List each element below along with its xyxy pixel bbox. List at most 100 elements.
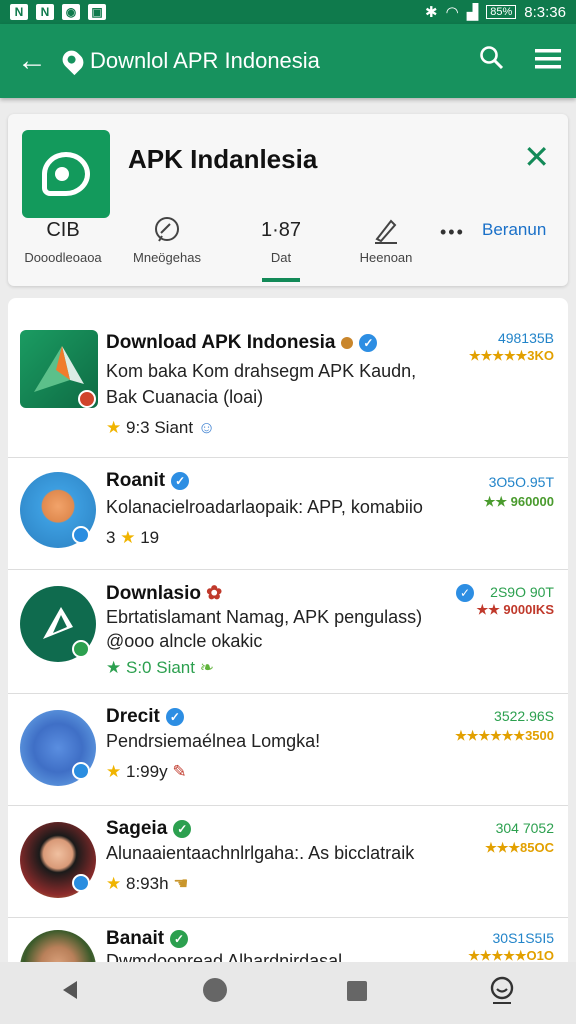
item-subrating: ★★★★★O1O bbox=[468, 948, 554, 962]
item-rating: 3 ★ 19 bbox=[106, 528, 159, 548]
rating-text: S:0 Siant bbox=[125, 658, 195, 677]
stat-share[interactable]: Heenoan bbox=[338, 214, 434, 265]
recents-square-icon[interactable] bbox=[346, 978, 368, 1009]
app-header-card: APK Indanlesia ✕ CIB Dooodleoaoa Mneögeh… bbox=[8, 114, 568, 286]
menu-icon[interactable] bbox=[520, 46, 576, 77]
signal-icon: ▟ bbox=[466, 4, 479, 21]
verified-badge-icon bbox=[72, 526, 90, 544]
verified-check-icon: ✓ bbox=[173, 819, 192, 838]
item-title-text: Banait bbox=[106, 928, 165, 949]
avatar bbox=[20, 930, 96, 962]
back-triangle-icon[interactable] bbox=[59, 978, 83, 1009]
item-description: Kolanacielroadarlaopaik: APP, komabiio bbox=[106, 497, 423, 517]
rating-prefix: 3 bbox=[106, 528, 116, 547]
list-item[interactable]: Drecit ✓ Pendrsiemaélnea Lomgka! ★ 1:99y … bbox=[8, 694, 568, 806]
notification-icon: N bbox=[10, 4, 28, 20]
close-icon[interactable]: ✕ bbox=[523, 138, 550, 176]
more-link[interactable]: Beranun bbox=[482, 220, 546, 240]
more-dots-icon[interactable]: ••• bbox=[440, 222, 465, 243]
item-title: Sageia ✓ bbox=[106, 818, 192, 840]
list-item[interactable]: Roanit ✓ Kolanacielroadarlaopaik: APP, ko… bbox=[8, 458, 568, 570]
item-title-text: Roanit bbox=[106, 470, 166, 491]
system-nav-bar bbox=[0, 962, 576, 1024]
verified-check-icon: ✓ bbox=[171, 471, 190, 490]
item-count: 3O5O.95T bbox=[488, 474, 554, 490]
item-description: Alunaaientaachnlrlgaha:. As bicclatraik bbox=[106, 843, 415, 863]
item-subrating: ★★ 960000 bbox=[483, 494, 554, 509]
stat-value: 1·87 bbox=[260, 218, 302, 241]
appbar-title-text: Downlol APR Indonesia bbox=[90, 48, 320, 73]
assistant-icon[interactable] bbox=[487, 975, 517, 1012]
star-icon: ★ bbox=[106, 418, 122, 437]
item-count: 498135B bbox=[497, 330, 554, 346]
list-item[interactable]: Download APK Indonesia ✓ Kom baka Kom dra… bbox=[8, 298, 568, 458]
rating-text: 9:3 Siant bbox=[125, 418, 194, 437]
verified-badge-icon bbox=[78, 390, 96, 408]
list-item[interactable]: Sageia ✓ Alunaaientaachnlrlgaha:. As bicc… bbox=[8, 806, 568, 918]
status-bar: N N ◉ ▣ ✱ ◠ ▟ 85% 8:3:36 bbox=[0, 0, 576, 24]
item-description-line2: @ooo alncle okakic bbox=[106, 631, 263, 651]
stat-data[interactable]: 1·87 Dat bbox=[236, 214, 326, 266]
shoe-icon: ✎ bbox=[172, 762, 187, 781]
search-icon[interactable] bbox=[464, 45, 520, 78]
item-rating: ★ 8:93h ☚ bbox=[106, 874, 189, 894]
wifi-icon: ◠ bbox=[445, 4, 459, 21]
stat-label: Heenoan bbox=[359, 250, 413, 265]
item-subrating: ★★★★★3KO bbox=[468, 348, 554, 363]
stat-downloads[interactable]: CIB Dooodleoaoa bbox=[18, 214, 108, 266]
item-rating: ★ 1:99y ✎ bbox=[106, 762, 187, 782]
stat-messages[interactable]: Mneögehas bbox=[120, 214, 214, 265]
verified-badge-icon bbox=[72, 762, 90, 780]
verified-badge-icon bbox=[72, 874, 90, 892]
verified-badge-icon bbox=[72, 640, 90, 658]
leaf-icon: ❧ bbox=[199, 658, 214, 677]
item-count: 30S1S5I5 bbox=[492, 930, 555, 946]
item-description: Ebrtatislamant Namag, APK pengulass) bbox=[106, 607, 423, 627]
verified-check-icon: ✓ bbox=[456, 584, 474, 602]
stat-label: Mneögehas bbox=[133, 250, 201, 265]
rating-text: 19 bbox=[140, 528, 160, 547]
item-title: Drecit ✓ bbox=[106, 706, 184, 728]
edit-pen-icon bbox=[338, 214, 434, 246]
verified-check-icon: ✓ bbox=[359, 333, 378, 352]
list-item[interactable]: Banait ✓ Dwmdoonread Alhardnirdasal 30S1S… bbox=[8, 918, 568, 962]
app-name: APK Indanlesia bbox=[128, 144, 318, 174]
item-title-text: Drecit bbox=[106, 706, 160, 727]
stat-label: Dooodleoaoa bbox=[24, 250, 102, 265]
notification-icon: ◉ bbox=[62, 4, 80, 20]
bluetooth-icon: ✱ bbox=[425, 4, 438, 21]
item-count: 304 7052 bbox=[495, 820, 554, 836]
item-rating: ★ 9:3 Siant ☺ bbox=[106, 418, 215, 438]
item-title: Banait ✓ bbox=[106, 928, 189, 950]
list-item[interactable]: Downlasio ✿ Ebrtatislamant Namag, APK pe… bbox=[8, 570, 568, 694]
stat-value: CIB bbox=[46, 218, 80, 241]
star-icon: ★ bbox=[120, 528, 136, 547]
item-title-text: Downlasio bbox=[106, 583, 202, 604]
star-icon: ★ bbox=[106, 874, 122, 893]
star-icon: ★ bbox=[106, 762, 122, 781]
item-title-text: Download APK Indonesia bbox=[106, 332, 336, 353]
item-description: Dwmdoonread Alhardnirdasal bbox=[106, 951, 343, 962]
item-rating: ★ S:0 Siant ❧ bbox=[106, 658, 214, 678]
item-title: Downlasio ✿ bbox=[106, 582, 222, 605]
item-subrating: ★★ 9000IKS bbox=[476, 602, 554, 617]
chat-bubble-icon bbox=[120, 214, 214, 246]
item-subrating: ★★★85OC bbox=[485, 840, 554, 855]
home-circle-icon[interactable] bbox=[202, 977, 228, 1010]
back-arrow-icon[interactable]: ← bbox=[0, 44, 64, 78]
hand-icon: ☚ bbox=[173, 874, 189, 893]
app-bar: ← Downlol APR Indonesia bbox=[0, 24, 576, 98]
item-title-text: Sageia bbox=[106, 818, 168, 839]
app-list: Download APK Indonesia ✓ Kom baka Kom dra… bbox=[8, 298, 568, 962]
item-description-line2: Bak Cuanacia (loai) bbox=[106, 387, 264, 407]
item-title: Roanit ✓ bbox=[106, 470, 190, 492]
item-subrating: ★★★★★★3500 bbox=[455, 728, 554, 743]
flame-icon: ✿ bbox=[206, 583, 223, 604]
star-icon: ★ bbox=[106, 658, 122, 677]
verified-check-icon: ✓ bbox=[170, 929, 189, 948]
stat-label: Dat bbox=[270, 250, 292, 265]
notification-icon: N bbox=[36, 4, 54, 20]
battery-icon: 85% bbox=[486, 5, 517, 19]
verified-check-icon: ✓ bbox=[165, 707, 184, 726]
app-logo-icon bbox=[22, 130, 110, 218]
